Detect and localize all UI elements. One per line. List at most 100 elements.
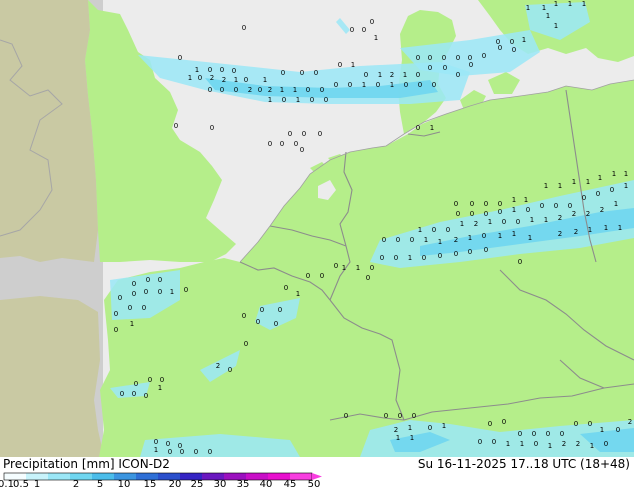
precip-value: 1	[396, 434, 400, 442]
precip-value: 0	[144, 392, 148, 400]
precip-value: 0	[180, 448, 184, 456]
precip-value: 0	[132, 290, 136, 298]
colorbar-label: 45	[283, 479, 297, 490]
precip-value: 1	[488, 218, 492, 226]
precip-value: 1	[548, 442, 552, 450]
precip-value: 2	[572, 210, 576, 218]
precip-value: 1	[600, 426, 604, 434]
precip-value: 0	[502, 218, 506, 226]
precip-value: 0	[540, 202, 544, 210]
precip-value: 1	[554, 22, 558, 30]
precip-value: 0	[442, 54, 446, 62]
precip-value: 0	[502, 418, 506, 426]
precip-value: 0	[278, 306, 282, 314]
precip-value: 0	[154, 438, 158, 446]
precip-value: 0	[334, 262, 338, 270]
precip-value: 0	[244, 340, 248, 348]
precip-value: 0	[546, 430, 550, 438]
precip-value: 0	[492, 438, 496, 446]
precip-value: 0	[306, 86, 310, 94]
precip-value: 0	[428, 64, 432, 72]
precip-value: 0	[470, 210, 474, 218]
precip-value: 1	[374, 34, 378, 42]
precip-value: 0	[428, 424, 432, 432]
colorbar-swatch	[92, 473, 114, 480]
precip-value: 0	[498, 44, 502, 52]
precip-value: 1	[351, 61, 355, 69]
precip-value: 0	[518, 258, 522, 266]
precip-value: 0	[348, 81, 352, 89]
precip-value: 0	[344, 412, 348, 420]
precip-value: 2	[390, 71, 394, 79]
precip-value: 0	[302, 130, 306, 138]
precip-value: 1	[568, 0, 572, 8]
precip-value: 0	[568, 202, 572, 210]
precip-value: 1	[424, 236, 428, 244]
precip-value: 1	[280, 86, 284, 94]
precip-value: 0	[370, 264, 374, 272]
precip-value: 2	[394, 426, 398, 434]
precip-value: 0	[294, 140, 298, 148]
colorbar-swatch	[48, 473, 70, 480]
colorbar-label: 0.5	[13, 479, 29, 490]
precip-value: 1	[408, 424, 412, 432]
precip-value: 0	[582, 194, 586, 202]
precip-value: 2	[586, 210, 590, 218]
precip-value: 1	[624, 170, 628, 178]
precip-value: 1	[362, 81, 366, 89]
precip-value: 2	[222, 76, 226, 84]
precip-value: 1	[460, 220, 464, 228]
precip-value: 0	[114, 326, 118, 334]
precip-value: 0	[534, 440, 538, 448]
precip-value: 1	[546, 12, 550, 20]
precip-value: 0	[350, 26, 354, 34]
precip-value: 0	[469, 61, 473, 69]
precip-value: 0	[158, 288, 162, 296]
precip-value: 2	[576, 440, 580, 448]
precip-value: 0	[160, 376, 164, 384]
precip-value: 0	[174, 122, 178, 130]
precip-value: 0	[158, 276, 162, 284]
precip-value: 1	[154, 446, 158, 454]
precip-value: 1	[234, 76, 238, 84]
precip-value: 0	[148, 376, 152, 384]
precip-value: 0	[454, 250, 458, 258]
precip-value: 0	[596, 190, 600, 198]
precip-value: 0	[142, 304, 146, 312]
precip-value: 1	[618, 224, 622, 232]
precip-value: 0	[478, 438, 482, 446]
precip-value: 0	[134, 380, 138, 388]
precip-value: 2	[210, 74, 214, 82]
precip-value: 1	[512, 230, 516, 238]
precip-value: 0	[132, 390, 136, 398]
precip-value: 0	[338, 61, 342, 69]
precip-value: 1	[544, 216, 548, 224]
precip-value: 1	[590, 442, 594, 450]
precip-value: 0	[394, 254, 398, 262]
precip-value: 0	[282, 96, 286, 104]
precip-value: 0	[300, 146, 304, 154]
precip-value: 0	[208, 66, 212, 74]
precip-value: 0	[324, 96, 328, 104]
precip-value: 0	[404, 81, 408, 89]
precip-value: 0	[310, 96, 314, 104]
precip-value: 1	[522, 36, 526, 44]
precip-value: 1	[468, 234, 472, 242]
precip-value: 0	[300, 69, 304, 77]
precip-value: 0	[382, 236, 386, 244]
precip-value: 0	[146, 276, 150, 284]
precip-value: 1	[408, 254, 412, 262]
precip-value: 0	[258, 86, 262, 94]
precip-value: 0	[128, 304, 132, 312]
precip-value: 1	[614, 200, 618, 208]
precip-value: 0	[144, 288, 148, 296]
precip-value: 1	[530, 216, 534, 224]
colorbar-label: 50	[307, 479, 321, 490]
precip-value: 1	[544, 182, 548, 190]
precip-value: 1	[293, 86, 297, 94]
colorbar-label: 10	[117, 479, 131, 490]
precip-value: 0	[320, 86, 324, 94]
precip-value: 0	[376, 81, 380, 89]
colorbar-label: 35	[236, 479, 250, 490]
precip-value: 0	[396, 236, 400, 244]
